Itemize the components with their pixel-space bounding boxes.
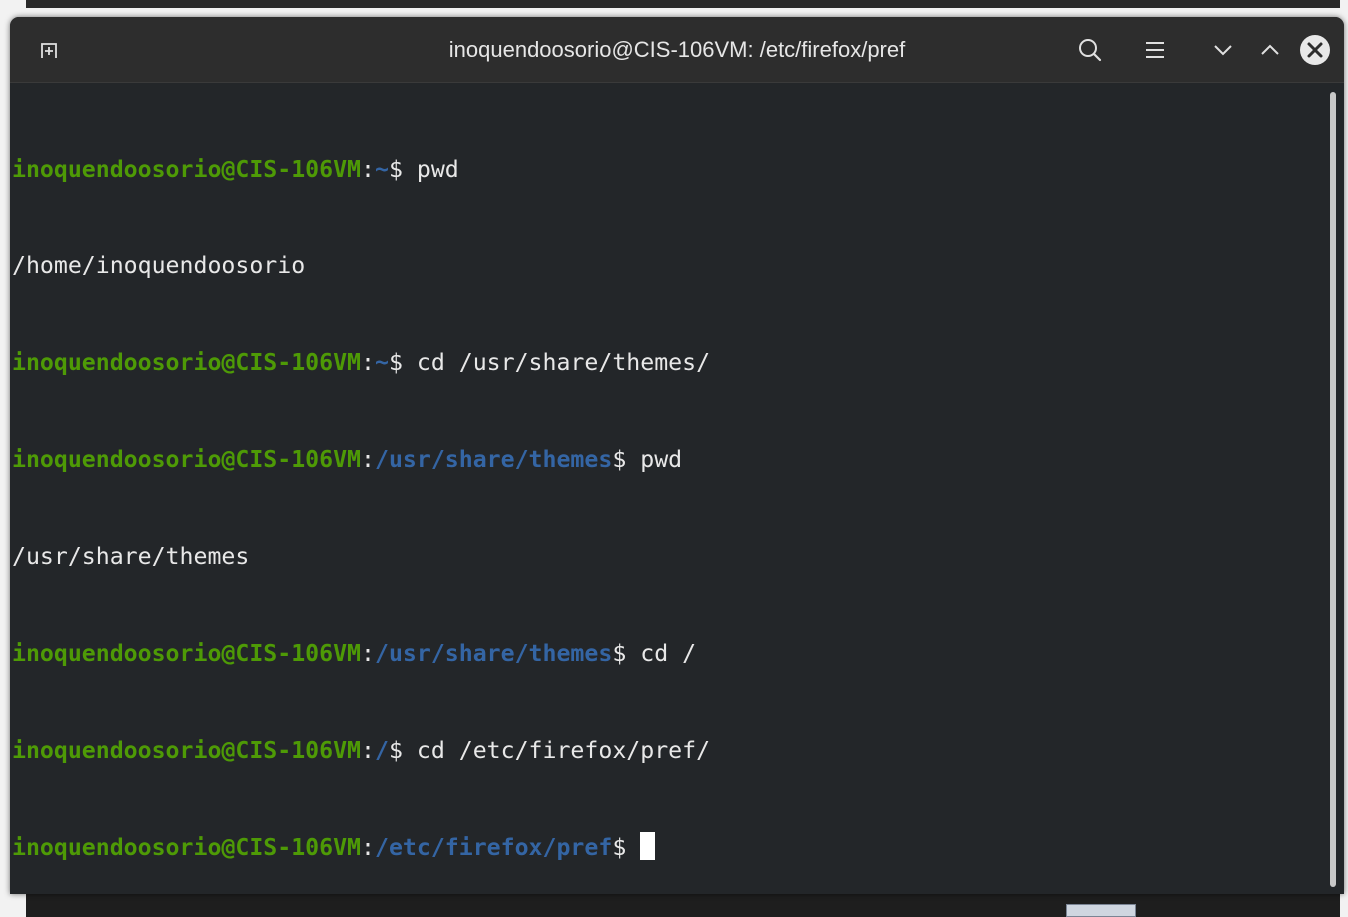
prompt-user: inoquendoosorio@CIS-106VM — [12, 736, 362, 764]
command-text: $ pwd — [612, 446, 683, 474]
prompt-line: inoquendoosorio@CIS-106VM:/usr/share/the… — [12, 444, 1322, 476]
output-line: /home/inoquendoosorio — [12, 252, 306, 280]
hamburger-menu-icon — [1146, 42, 1164, 58]
chevron-down-icon — [1214, 45, 1232, 56]
prompt-path: /usr/share/themes — [374, 446, 613, 474]
maximize-button[interactable] — [1253, 33, 1287, 67]
chevron-up-icon — [1261, 44, 1279, 55]
command-text: $ pwd — [388, 155, 459, 183]
background-widget — [1066, 904, 1136, 917]
prompt-separator: : — [361, 155, 375, 183]
command-text: $ cd / — [612, 640, 697, 668]
prompt-user: inoquendoosorio@CIS-106VM — [12, 446, 362, 474]
terminal-window: inoquendoosorio@CIS-106VM: /etc/firefox/… — [10, 17, 1344, 894]
command-text: $ cd /usr/share/themes/ — [388, 349, 711, 377]
prompt-separator: : — [361, 736, 375, 764]
prompt-line: inoquendoosorio@CIS-106VM:/etc/firefox/p… — [12, 831, 1322, 864]
prompt-separator: : — [361, 446, 375, 474]
text-cursor — [640, 831, 656, 860]
prompt-user: inoquendoosorio@CIS-106VM — [12, 833, 362, 861]
command-text: $ — [612, 833, 641, 861]
output-line: /usr/share/themes — [12, 543, 250, 571]
close-button[interactable] — [1298, 33, 1332, 67]
minimize-button[interactable] — [1206, 33, 1240, 67]
prompt-user: inoquendoosorio@CIS-106VM — [12, 640, 362, 668]
search-button[interactable] — [1073, 33, 1107, 67]
prompt-path: /usr/share/themes — [374, 640, 613, 668]
prompt-path: ~ — [374, 349, 389, 377]
prompt-user: inoquendoosorio@CIS-106VM — [12, 155, 362, 183]
title-bar: inoquendoosorio@CIS-106VM: /etc/firefox/… — [10, 17, 1344, 83]
prompt-line: inoquendoosorio@CIS-106VM:/usr/share/the… — [12, 638, 1322, 670]
prompt-path: / — [374, 736, 389, 764]
prompt-line: inoquendoosorio@CIS-106VM:/$ cd /etc/fir… — [12, 735, 1322, 767]
prompt-path: /etc/firefox/pref — [374, 833, 613, 861]
search-icon — [1079, 39, 1102, 62]
command-text: $ cd /etc/firefox/pref/ — [388, 736, 711, 764]
prompt-user: inoquendoosorio@CIS-106VM — [12, 349, 362, 377]
close-icon — [1300, 35, 1330, 65]
background-window-strip — [26, 890, 1340, 917]
prompt-separator: : — [361, 833, 375, 861]
background-window-strip — [26, 0, 1340, 8]
menu-button[interactable] — [1138, 33, 1172, 67]
prompt-path: ~ — [374, 155, 389, 183]
scrollbar[interactable] — [1330, 92, 1336, 887]
prompt-separator: : — [361, 349, 375, 377]
prompt-separator: : — [361, 640, 375, 668]
prompt-line: inoquendoosorio@CIS-106VM:~$ cd /usr/sha… — [12, 347, 1322, 379]
terminal-output[interactable]: inoquendoosorio@CIS-106VM:~$ pwd /home/i… — [12, 89, 1322, 889]
prompt-line: inoquendoosorio@CIS-106VM:~$ pwd — [12, 154, 1322, 186]
